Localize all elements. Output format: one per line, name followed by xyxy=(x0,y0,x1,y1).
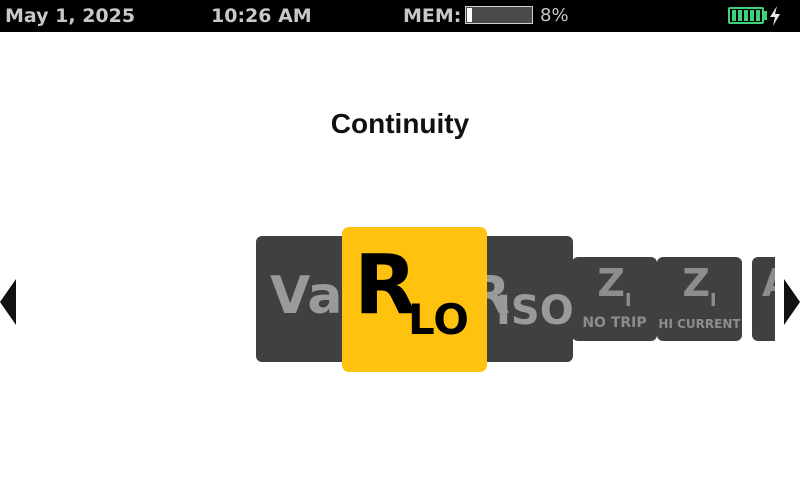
page-title: Continuity xyxy=(330,108,470,139)
mode-zi-hi-current-symbol: Z xyxy=(682,261,710,305)
lightning-bolt-icon xyxy=(770,6,780,26)
mode-riso-subscript: ISO xyxy=(496,288,573,334)
mode-carousel: Va R ISO ZI NO TRIP ZI HI CURRENT A R LO xyxy=(250,220,775,380)
memory-label: MEM: xyxy=(403,5,462,27)
mode-card-zi-no-trip[interactable]: ZI NO TRIP xyxy=(572,257,657,341)
memory-percent: 8% xyxy=(540,5,569,26)
status-time: 10:26 AM xyxy=(211,5,312,27)
mode-rlo-subscript: LO xyxy=(408,295,469,344)
mode-zi-no-trip-symbol: Z xyxy=(597,261,625,305)
triangle-left-icon[interactable] xyxy=(0,279,16,325)
mode-zi-hi-current-label: HI CURRENT xyxy=(658,317,741,331)
mode-zi-hi-current-subscript: I xyxy=(709,290,717,311)
status-date: May 1, 2025 xyxy=(5,5,136,27)
mode-card-rlo-selected[interactable]: R LO xyxy=(342,227,487,372)
mode-next-symbol: A xyxy=(762,261,775,305)
mode-card-zi-hi-current[interactable]: ZI HI CURRENT xyxy=(657,257,742,341)
screen: May 1, 2025 10:26 AM MEM: 8% Continuity … xyxy=(0,0,800,480)
battery-icon xyxy=(728,7,764,24)
memory-usage-fill xyxy=(467,8,472,22)
battery-tip xyxy=(764,11,767,20)
mode-zi-no-trip-label: NO TRIP xyxy=(582,315,647,331)
mode-zi-no-trip-subscript: I xyxy=(624,290,632,311)
memory-usage-bar xyxy=(465,6,533,24)
mode-vac-symbol: Va xyxy=(270,266,343,326)
status-bar: May 1, 2025 10:26 AM MEM: 8% xyxy=(0,0,800,32)
triangle-right-icon[interactable] xyxy=(784,279,800,325)
mode-card-next[interactable]: A xyxy=(752,257,775,341)
